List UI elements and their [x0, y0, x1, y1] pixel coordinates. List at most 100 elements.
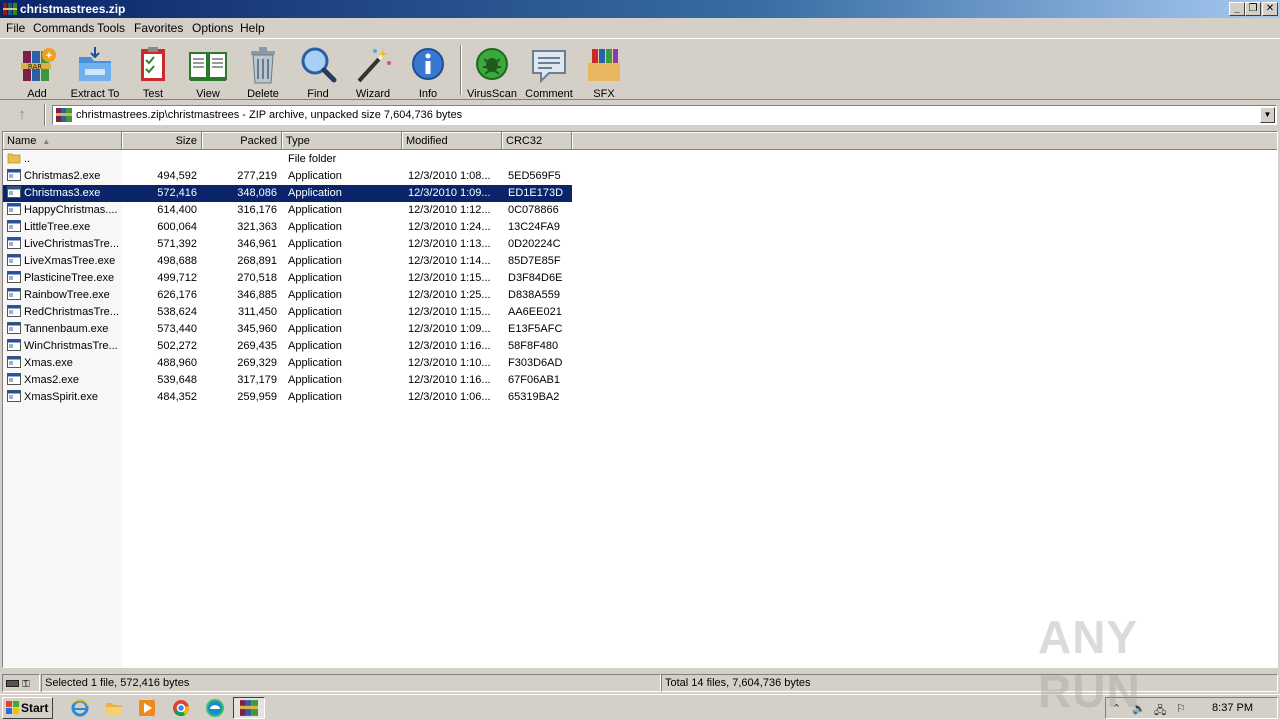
cell-crc: AA6EE021 — [508, 306, 562, 318]
file-row[interactable]: RedChristmasTre... 538,624 311,450 Applicat… — [3, 304, 572, 321]
wizard-button[interactable]: Wizard — [345, 43, 401, 100]
comment-button[interactable]: Comment — [521, 43, 577, 100]
extract-to-label: Extract To — [70, 88, 120, 100]
file-row[interactable]: Christmas2.exe 494,592 277,219 Application 1… — [3, 168, 572, 185]
cell-packed: 321,363 — [237, 221, 277, 233]
file-row[interactable]: Xmas.exe 488,960 269,329 Application 12/3/20… — [3, 355, 572, 372]
cell-name: RainbowTree.exe — [24, 289, 110, 301]
cell-modified: 12/3/2010 1:14... — [408, 255, 491, 267]
file-row[interactable]: PlasticineTree.exe 499,712 270,518 Applicat… — [3, 270, 572, 287]
file-row[interactable]: LiveChristmasTre... 571,392 346,961 Applica… — [3, 236, 572, 253]
cell-type: Application — [288, 391, 342, 403]
key-icon: ⚿ — [22, 679, 30, 690]
application-icon — [7, 390, 21, 402]
status-drive-panel[interactable]: ⚿ — [2, 674, 40, 692]
cell-type: Application — [288, 221, 342, 233]
restore-button[interactable]: ❐ — [1245, 2, 1261, 16]
test-button[interactable]: Test — [125, 43, 181, 100]
extract-to-icon — [79, 47, 111, 81]
toolbar-separator — [460, 45, 462, 95]
cell-crc: 65319BA2 — [508, 391, 560, 403]
menu-file[interactable]: File — [6, 21, 25, 35]
cell-type: Application — [288, 306, 342, 318]
file-row[interactable]: LittleTree.exe 600,064 321,363 Application 1… — [3, 219, 572, 236]
application-icon — [7, 373, 21, 385]
cell-name: LiveXmasTree.exe — [24, 255, 116, 267]
virusscan-icon — [476, 48, 508, 80]
file-row[interactable]: Tannenbaum.exe 573,440 345,960 Application 1… — [3, 321, 572, 338]
file-row[interactable]: Xmas2.exe 539,648 317,179 Application 12/3/2… — [3, 372, 572, 389]
column-packed-label: Packed — [240, 135, 277, 147]
taskbar-winrar-button[interactable] — [233, 697, 265, 719]
cell-type: File folder — [288, 153, 337, 165]
application-icon — [7, 237, 21, 249]
column-modified[interactable]: Modified — [402, 132, 502, 150]
info-icon — [412, 48, 444, 80]
application-icon — [7, 271, 21, 283]
cell-size: 488,960 — [157, 357, 197, 369]
cell-crc: ED1E173D — [508, 187, 564, 199]
file-explorer-icon[interactable] — [104, 698, 124, 718]
cell-modified: 12/3/2010 1:16... — [408, 340, 491, 352]
file-row[interactable]: XmasSpirit.exe 484,352 259,959 Application 1… — [3, 389, 572, 406]
add-button[interactable]: RAR + Add — [9, 43, 65, 100]
parent-folder-row[interactable]: .. File folder — [3, 151, 572, 168]
view-button[interactable]: View — [180, 43, 236, 100]
cell-modified: 12/3/2010 1:06... — [408, 391, 491, 403]
media-player-icon[interactable] — [137, 698, 157, 718]
cell-crc: 13C24FA9 — [508, 221, 560, 233]
cell-modified: 12/3/2010 1:25... — [408, 289, 491, 301]
menu-favorites[interactable]: Favorites — [134, 21, 183, 35]
file-row[interactable]: LiveXmasTree.exe 498,688 268,891 Applicatio… — [3, 253, 572, 270]
address-dropdown-button[interactable]: ▼ — [1260, 107, 1275, 123]
menu-help[interactable]: Help — [240, 21, 265, 35]
cell-name: WinChristmasTre... — [24, 340, 118, 352]
cell-name: .. — [24, 153, 31, 165]
list-header: Name ▲ Size Packed Type Modified CRC32 — [3, 132, 1277, 150]
column-modified-label: Modified — [406, 135, 448, 147]
close-button[interactable]: ✕ — [1262, 2, 1278, 16]
sfx-button[interactable]: SFX — [576, 43, 632, 100]
cell-type: Application — [288, 289, 342, 301]
edge-icon[interactable] — [205, 698, 225, 718]
address-bar[interactable]: christmastrees.zip\christmastrees - ZIP … — [52, 105, 1277, 125]
menu-options[interactable]: Options — [192, 21, 233, 35]
cell-name: Tannenbaum.exe — [24, 323, 109, 335]
application-icon — [7, 186, 21, 198]
up-one-level-button[interactable]: ↑ — [8, 105, 36, 125]
file-row[interactable]: Christmas3.exe 572,416 348,086 Application 1… — [3, 185, 572, 202]
menu-tools[interactable]: Tools — [97, 21, 125, 35]
svg-text:+: + — [46, 50, 52, 62]
cell-name: Christmas2.exe — [24, 170, 101, 182]
column-name[interactable]: Name ▲ — [3, 132, 122, 150]
add-icon: RAR + — [21, 48, 56, 81]
extract-to-button[interactable]: Extract To — [67, 43, 123, 100]
info-button[interactable]: Info — [400, 43, 456, 100]
find-button[interactable]: Find — [290, 43, 346, 100]
menu-commands[interactable]: Commands — [33, 21, 94, 35]
column-crc32[interactable]: CRC32 — [502, 132, 572, 150]
cell-size: 614,400 — [157, 204, 197, 216]
virusscan-label: VirusScan — [467, 88, 517, 100]
delete-button[interactable]: Delete — [235, 43, 291, 100]
minimize-button[interactable]: _ — [1229, 2, 1245, 16]
chrome-icon[interactable] — [171, 698, 191, 718]
anyrun-watermark: ANY RUN — [1038, 608, 1238, 717]
column-type[interactable]: Type — [282, 132, 402, 150]
file-row[interactable]: WinChristmasTre... 502,272 269,435 Applicat… — [3, 338, 572, 355]
internet-explorer-icon[interactable] — [70, 698, 90, 718]
file-row[interactable]: HappyChristmas.... 614,400 316,176 Applicat… — [3, 202, 572, 219]
cell-type: Application — [288, 187, 342, 199]
drive-icon — [6, 680, 19, 687]
file-row[interactable]: RainbowTree.exe 626,176 346,885 Application… — [3, 287, 572, 304]
cell-size: 494,592 — [157, 170, 197, 182]
start-button[interactable]: Start — [2, 697, 53, 719]
toolbar: RAR + Add Extract To Test View Delete Fi… — [0, 38, 1280, 100]
column-size[interactable]: Size — [122, 132, 202, 150]
column-filler — [572, 132, 1277, 150]
cell-type: Application — [288, 323, 342, 335]
up-arrow-icon: ↑ — [18, 106, 26, 123]
view-icon — [189, 52, 227, 81]
virusscan-button[interactable]: VirusScan — [464, 43, 520, 100]
column-packed[interactable]: Packed — [202, 132, 282, 150]
